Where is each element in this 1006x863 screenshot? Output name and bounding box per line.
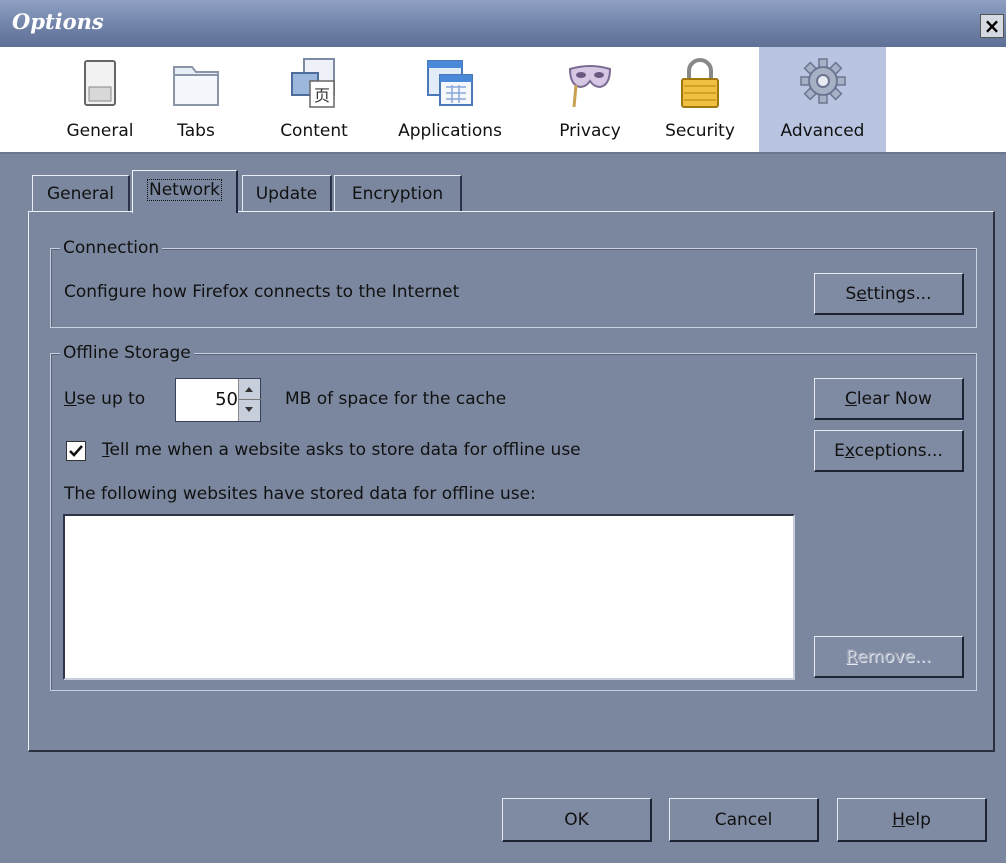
close-icon: ×: [983, 14, 1001, 38]
cache-suffix-label: MB of space for the cache: [285, 389, 507, 409]
toolbar-advanced-button[interactable]: Advanced: [759, 47, 886, 152]
toolbar-label: Security: [665, 121, 735, 141]
label-accesskey: U: [64, 389, 77, 409]
svg-text:页: 页: [314, 86, 330, 105]
exceptions-button[interactable]: Exceptions...: [814, 430, 964, 472]
tab-label: Update: [255, 184, 318, 204]
toolbar-applications-button[interactable]: Applications: [379, 47, 521, 152]
cache-size-value: 50: [215, 389, 238, 410]
toolbar-label: Tabs: [177, 121, 215, 141]
toolbar-label: Content: [280, 121, 348, 141]
tab-label: Encryption: [351, 184, 444, 204]
content-page-icon: 页: [291, 58, 335, 108]
button-text: E: [834, 441, 845, 461]
spinner-arrows: [238, 379, 261, 421]
toolbar-security-button[interactable]: Security: [650, 47, 750, 152]
button-text: emove...: [856, 647, 932, 667]
close-button[interactable]: ×: [980, 14, 1004, 38]
tab-update[interactable]: Update: [242, 175, 332, 211]
title-bar: [0, 0, 1006, 47]
ok-button[interactable]: OK: [502, 798, 652, 842]
tabs-folder-icon: [173, 66, 219, 106]
button-accesskey: C: [845, 389, 857, 409]
cache-size-spinner[interactable]: 50: [175, 378, 261, 422]
button-text: lear Now: [856, 389, 932, 409]
spinner-divider: [239, 399, 261, 400]
spinner-down-icon[interactable]: [245, 407, 253, 412]
button-text: ceptions...: [854, 441, 943, 461]
tell-me-checkbox[interactable]: [66, 441, 86, 461]
button-text: S: [845, 284, 857, 304]
window-title: Options: [12, 9, 104, 34]
button-text: ttings...: [866, 284, 932, 304]
security-lock-icon: [681, 58, 719, 108]
tab-label: General: [47, 184, 114, 204]
toolbar-label: Applications: [398, 121, 502, 141]
tell-me-label: Tell me when a website asks to store dat…: [102, 440, 581, 460]
general-switch-icon: [84, 60, 116, 106]
button-accesskey: x: [844, 441, 855, 461]
button-accesskey: H: [892, 810, 905, 830]
connection-legend: Connection: [60, 238, 163, 258]
tab-general[interactable]: General: [32, 175, 130, 211]
toolbar-privacy-button[interactable]: Privacy: [541, 47, 639, 152]
toolbar-tabs-button[interactable]: Tabs: [155, 47, 237, 152]
offline-sites-list[interactable]: [63, 514, 795, 680]
button-text: Cancel: [714, 810, 773, 830]
toolbar-label: Advanced: [780, 121, 865, 141]
preferences-toolbar: General Tabs 页 Content Applications Priv…: [0, 47, 1006, 154]
clear-now-button[interactable]: Clear Now: [814, 378, 964, 420]
tab-network[interactable]: Network: [132, 170, 238, 213]
label-accesskey: T: [102, 440, 110, 460]
privacy-mask-icon: [568, 65, 612, 108]
label-text: se up to: [76, 389, 146, 409]
button-accesskey: e: [856, 284, 867, 304]
remove-button[interactable]: Remove...: [814, 636, 964, 678]
toolbar-content-button[interactable]: 页 Content: [264, 47, 364, 152]
cancel-button[interactable]: Cancel: [669, 798, 819, 842]
toolbar-general-button[interactable]: General: [45, 47, 155, 152]
toolbar-label: Privacy: [559, 121, 621, 141]
offline-storage-legend: Offline Storage: [60, 343, 194, 363]
tab-encryption[interactable]: Encryption: [334, 175, 462, 211]
label-text: ell me when a website asks to store data…: [109, 440, 581, 460]
toolbar-label: General: [66, 121, 134, 141]
use-up-to-label: Use up to: [64, 389, 145, 409]
spinner-up-icon[interactable]: [245, 387, 253, 392]
button-text: elp: [904, 810, 931, 830]
offline-sites-label: The following websites have stored data …: [64, 484, 536, 504]
button-text: OK: [564, 810, 589, 830]
applications-window-icon: [427, 60, 473, 106]
connection-settings-button[interactable]: Settings...: [814, 273, 964, 315]
help-button[interactable]: Help: [837, 798, 987, 842]
button-accesskey: R: [845, 647, 857, 667]
checkmark-icon: [69, 445, 83, 457]
connection-description: Configure how Firefox connects to the In…: [64, 282, 460, 302]
advanced-gear-icon: [799, 58, 846, 104]
tab-label: Network: [147, 179, 222, 201]
